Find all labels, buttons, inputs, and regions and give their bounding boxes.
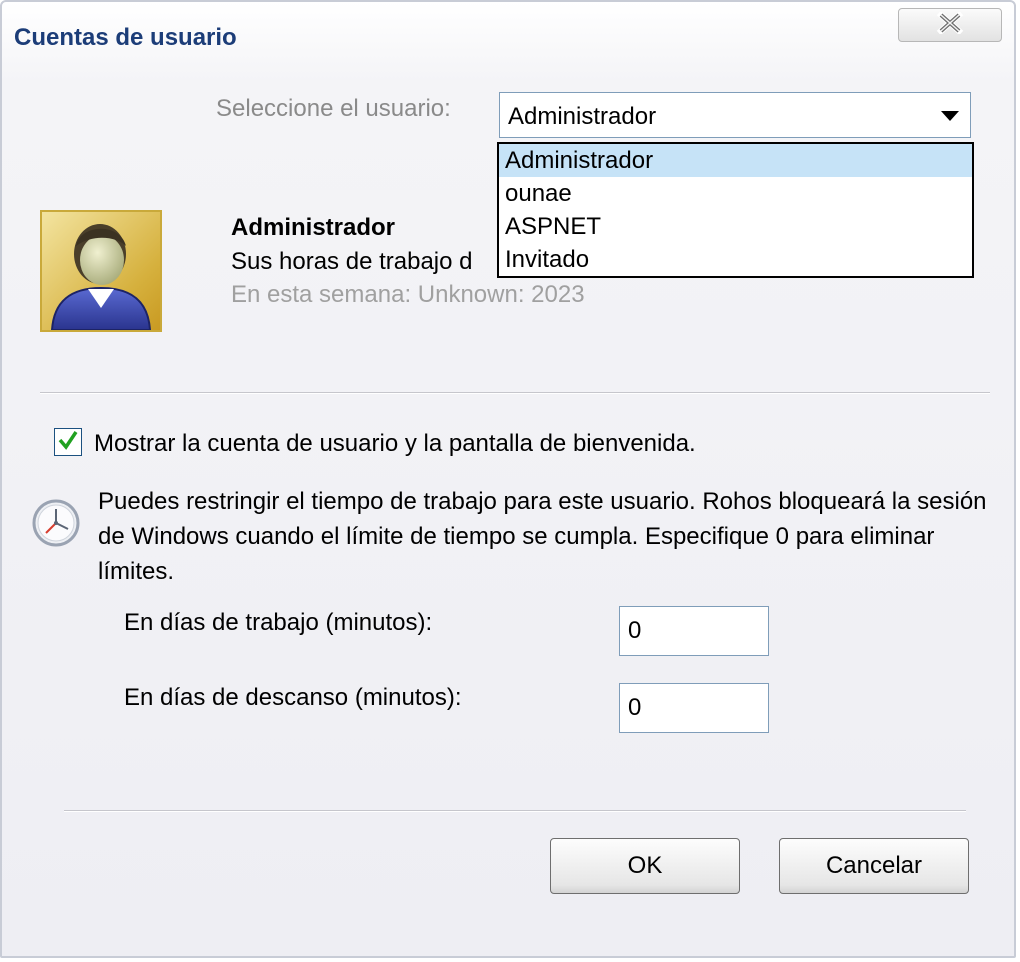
show-welcome-checkbox[interactable] bbox=[54, 428, 82, 456]
show-welcome-label[interactable]: Mostrar la cuenta de usuario y la pantal… bbox=[94, 430, 696, 458]
user-accounts-dialog: Cuentas de usuario Seleccione el usuario… bbox=[0, 0, 1016, 958]
checkmark-icon bbox=[57, 429, 79, 456]
ok-button[interactable]: OK bbox=[550, 838, 740, 894]
dropdown-option-aspnet[interactable]: ASPNET bbox=[499, 210, 972, 243]
user-avatar-icon bbox=[40, 210, 162, 332]
rest-days-input[interactable] bbox=[619, 683, 769, 733]
divider bbox=[64, 810, 966, 812]
dropdown-option-invitado[interactable]: Invitado bbox=[499, 243, 972, 276]
dropdown-arrow-icon[interactable] bbox=[938, 107, 962, 125]
divider bbox=[40, 392, 990, 394]
dropdown-option-ounae[interactable]: ounae bbox=[499, 177, 972, 210]
user-name: Administrador bbox=[231, 214, 396, 241]
user-select-combobox[interactable]: Administrador bbox=[499, 92, 971, 138]
work-hours-text: Sus horas de trabajo d bbox=[231, 248, 473, 275]
rest-days-label: En días de descanso (minutos): bbox=[124, 684, 462, 711]
dialog-title: Cuentas de usuario bbox=[14, 24, 237, 51]
close-button[interactable] bbox=[898, 8, 1002, 42]
work-days-input[interactable] bbox=[619, 606, 769, 656]
select-user-label: Seleccione el usuario: bbox=[216, 95, 451, 122]
user-dropdown-list: Administrador ounae ASPNET Invitado bbox=[497, 142, 974, 278]
work-days-label: En días de trabajo (minutos): bbox=[124, 609, 433, 636]
restriction-info-text: Puedes restringir el tiempo de trabajo p… bbox=[98, 488, 987, 585]
close-icon bbox=[935, 10, 965, 39]
week-status-text: En esta semana: Unknown: 2023 bbox=[231, 281, 585, 308]
clock-icon bbox=[30, 497, 82, 549]
dropdown-option-administrador[interactable]: Administrador bbox=[499, 144, 972, 177]
cancel-button[interactable]: Cancelar bbox=[779, 838, 969, 894]
user-select-value: Administrador bbox=[508, 103, 657, 130]
